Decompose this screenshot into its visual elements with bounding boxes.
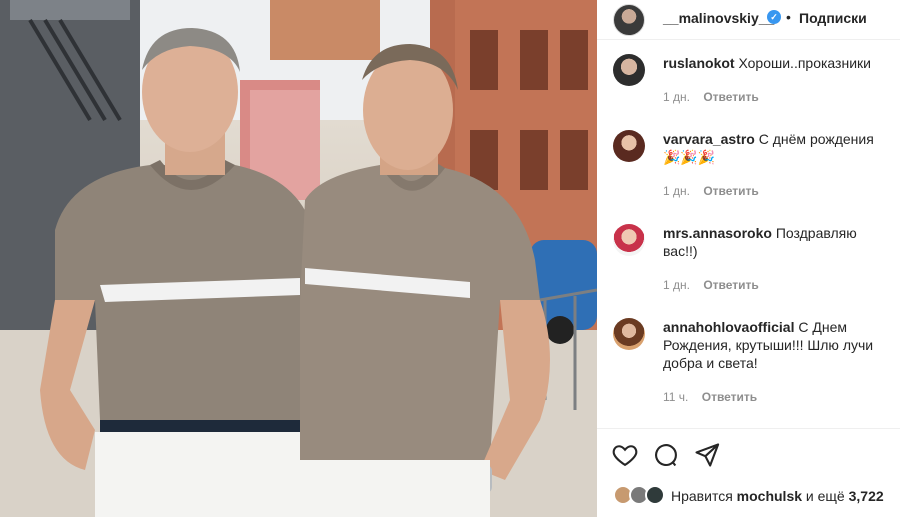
post-side-panel: __malinovskiy__ ✓ • Подписки ruslanokot … (597, 0, 900, 517)
likes-summary: Нравится mochulsk и ещё 3,722 (613, 485, 900, 507)
like-button[interactable] (611, 441, 639, 469)
verified-badge-icon: ✓ (767, 10, 781, 24)
comment-icon (655, 444, 677, 467)
comment-username[interactable]: mrs.annasoroko (663, 225, 772, 241)
comment-meta: 1 дн. Ответить (663, 184, 759, 198)
reply-button[interactable]: Ответить (703, 90, 758, 104)
post-actions: Нравится mochulsk и ещё 3,722 (597, 428, 900, 517)
likes-prefix: Нравится (671, 488, 733, 504)
commenter-avatar[interactable] (613, 54, 645, 86)
share-icon (695, 443, 720, 467)
likes-text[interactable]: Нравится mochulsk и ещё 3,722 (671, 488, 884, 504)
comment-text-block: mrs.annasoroko Поздравляю вас!!) (663, 224, 893, 260)
comment-text: Хороши..проказники (738, 55, 871, 71)
likes-count[interactable]: 3,722 (849, 488, 884, 504)
reply-button[interactable]: Ответить (702, 390, 757, 404)
share-button[interactable] (693, 441, 721, 469)
comment-time: 1 дн. (663, 184, 690, 198)
comment-username[interactable]: varvara_astro (663, 131, 755, 147)
comment-text-block: annahohlovaofficial С Днем Рождения, кру… (663, 318, 893, 372)
liker-avatar (645, 485, 665, 505)
header-separator: • (786, 9, 791, 25)
commenter-avatar[interactable] (613, 130, 645, 162)
comment-meta: 1 дн. Ответить (663, 278, 759, 292)
commenter-avatar[interactable] (613, 224, 645, 256)
author-username[interactable]: __malinovskiy__ (663, 10, 774, 26)
likes-middle: и ещё (805, 488, 845, 504)
reply-button[interactable]: Ответить (703, 184, 758, 198)
comment-username[interactable]: ruslanokot (663, 55, 735, 71)
photo-illustration (0, 0, 597, 517)
heart-icon (612, 445, 638, 467)
reply-button[interactable]: Ответить (703, 278, 758, 292)
comment-username[interactable]: annahohlovaofficial (663, 319, 794, 335)
comment-time: 11 ч. (663, 390, 689, 404)
comment-text-block: ruslanokot Хороши..проказники (663, 54, 893, 72)
post-photo[interactable] (0, 0, 597, 517)
commenter-avatar[interactable] (613, 318, 645, 350)
post-header: __malinovskiy__ ✓ • Подписки (597, 0, 900, 40)
comment-text-block: varvara_astro С днём рождения 🎉🎉🎉 (663, 130, 893, 166)
following-button[interactable]: Подписки (799, 10, 867, 26)
comment-time: 1 дн. (663, 90, 690, 104)
author-avatar[interactable] (613, 4, 645, 36)
comment-time: 1 дн. (663, 278, 690, 292)
likes-user[interactable]: mochulsk (737, 488, 802, 504)
comment-meta: 1 дн. Ответить (663, 90, 759, 104)
comment-meta: 11 ч. Ответить (663, 390, 757, 404)
comment-button[interactable] (652, 441, 680, 469)
